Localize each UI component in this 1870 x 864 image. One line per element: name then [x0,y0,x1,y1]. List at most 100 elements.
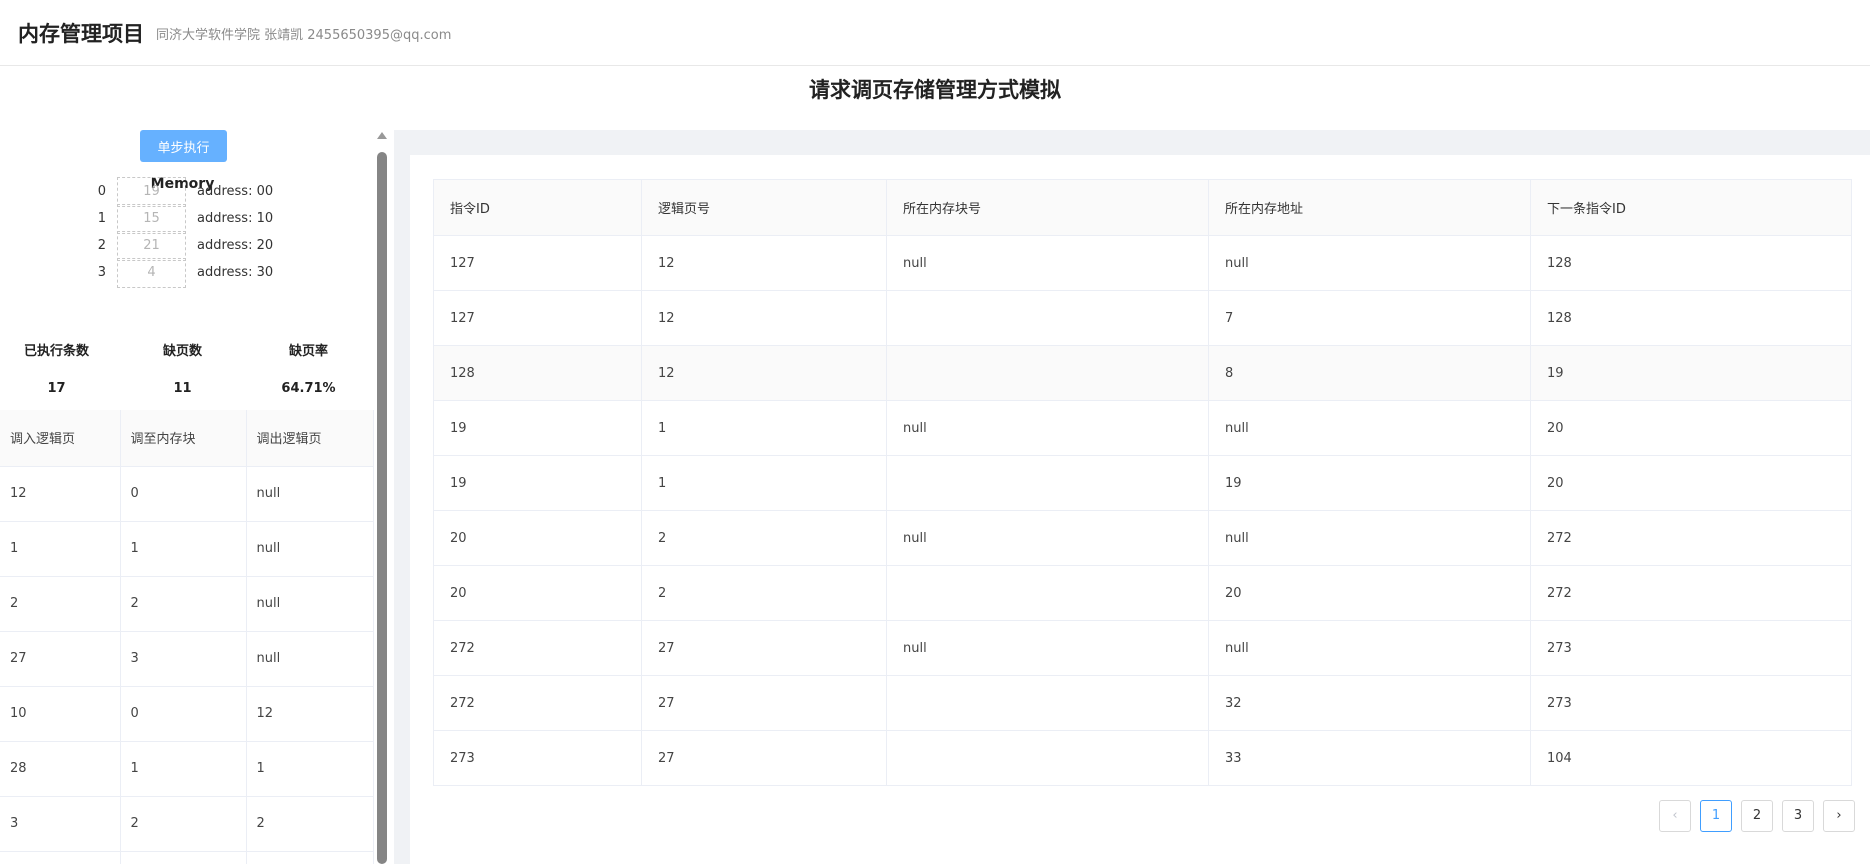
table-cell: 19 [1208,455,1531,511]
next-page-button[interactable]: › [1823,800,1855,832]
table-cell: 1 [120,741,247,797]
instruction-table: 指令ID 逻辑页号 所在内存块号 所在内存地址 下一条指令ID 127 12 nul… [433,179,1852,786]
table-row: 272 27 32 273 [433,675,1852,731]
table-cell: 27 [0,631,121,687]
table-cell [120,851,247,864]
table-cell: null [1208,235,1531,291]
page-1-button[interactable]: 1 [1700,800,1732,832]
memory-block-row: 3 4 address: 30 [0,257,365,289]
table-cell: 20 [1208,565,1531,621]
table-cell: 27 [641,620,887,676]
column-header: 所在内存地址 [1208,179,1531,236]
step-execute-button[interactable]: 单步执行 [140,130,227,162]
table-cell: 8 [1208,345,1531,401]
memory-block-address: address: 30 [197,265,274,280]
scrollbar[interactable] [374,130,390,864]
table-cell: 272 [1530,510,1852,566]
table-cell: 2 [641,510,887,566]
table-cell: 1 [246,741,374,797]
table-cell: 12 [641,290,887,346]
table-cell: 12 [641,235,887,291]
app-subtitle: 同济大学软件学院 张靖凯 2455650395@qq.com [156,28,452,43]
executed-label: 已执行条数 [23,344,89,359]
fault-rate-value: 64.71% [281,381,336,396]
table-cell: 0 [120,466,247,522]
table-row: 1 1 null [0,521,374,577]
table-cell: 19 [433,400,642,456]
table-cell: 20 [1530,455,1852,511]
memory-block-address: address: 10 [197,211,274,226]
table-cell: 0 [120,686,247,742]
table-cell: 127 [433,235,642,291]
memory-block-address: address: 20 [197,238,274,253]
prev-page-button[interactable]: ‹ [1659,800,1691,832]
table-row: 20 2 null null 272 [433,510,1852,566]
table-cell: 2 [641,565,887,621]
faults-label: 缺页数 [162,344,202,359]
table-cell: 128 [433,345,642,401]
table-cell [886,675,1209,731]
column-header: 调入逻辑页 [0,410,121,467]
table-cell: 19 [1530,345,1852,401]
table-cell: 20 [433,510,642,566]
table-cell: null [246,631,374,687]
page-title: 请求调页存储管理方式模拟 [809,78,1061,102]
table-row: 20 2 20 272 [433,565,1852,621]
faults-stat: 缺页数 11 [120,340,245,396]
memory-block-index: 1 [97,211,106,226]
scroll-thumb[interactable] [377,152,387,864]
table-header-row: 指令ID 逻辑页号 所在内存块号 所在内存地址 下一条指令ID [433,179,1852,236]
table-cell: null [886,510,1209,566]
scroll-up-arrow-icon[interactable] [377,132,387,139]
table-cell: 32 [1208,675,1531,731]
table-cell: 1 [120,521,247,577]
table-cell: null [246,521,374,577]
table-cell: 2 [120,796,247,852]
executed-value: 17 [47,381,66,396]
table-cell: null [1208,400,1531,456]
table-cell: null [246,466,374,522]
table-cell: 2 [0,576,121,632]
table-cell: 33 [1208,730,1531,786]
table-cell: null [1208,620,1531,676]
memory-block-index: 2 [97,238,106,253]
table-header-row: 调入逻辑页 调至内存块 调出逻辑页 [0,410,374,467]
table-cell: null [886,620,1209,676]
table-cell: 1 [641,400,887,456]
header: 内存管理项目 同济大学软件学院 张靖凯 2455650395@qq.com [0,0,1870,66]
table-row: 28 1 1 [0,741,374,797]
table-cell: 28 [0,741,121,797]
page-2-button[interactable]: 2 [1741,800,1773,832]
table-row: 19 1 19 20 [433,455,1852,511]
page-swap-table: 调入逻辑页 调至内存块 调出逻辑页 12 0 null 1 1 null 2 2 null 27 3… [0,410,374,864]
table-cell: 20 [433,565,642,621]
table-cell: null [1208,510,1531,566]
page-3-button[interactable]: 3 [1782,800,1814,832]
table-row: 12 0 null [0,466,374,522]
table-cell: 27 [641,730,887,786]
table-cell: 27 [641,675,887,731]
memory-block-page: 4 [117,258,186,288]
table-row: 2 2 null [0,576,374,632]
table-cell: 128 [1530,235,1852,291]
table-cell: 20 [1530,400,1852,456]
executed-stat: 已执行条数 17 [0,340,119,396]
table-cell: 3 [0,796,121,852]
table-cell: 127 [433,290,642,346]
column-header: 调出逻辑页 [246,410,374,467]
column-header: 所在内存块号 [886,179,1209,236]
table-cell: null [246,576,374,632]
table-row [0,851,374,864]
table-cell: 2 [120,576,247,632]
table-cell: 104 [1530,730,1852,786]
table-cell: 273 [1530,620,1852,676]
table-row: 27 3 null [0,631,374,687]
fault-rate-label: 缺页率 [288,344,328,359]
table-cell: 1 [641,455,887,511]
table-cell [246,851,374,864]
left-panel: 单步执行 Memory 0 19 address: 00 1 15 addres… [0,118,374,864]
memory-block-address: address: 00 [197,184,274,199]
table-row: 273 27 33 104 [433,730,1852,786]
column-header: 下一条指令ID [1530,179,1852,236]
table-cell [886,730,1209,786]
